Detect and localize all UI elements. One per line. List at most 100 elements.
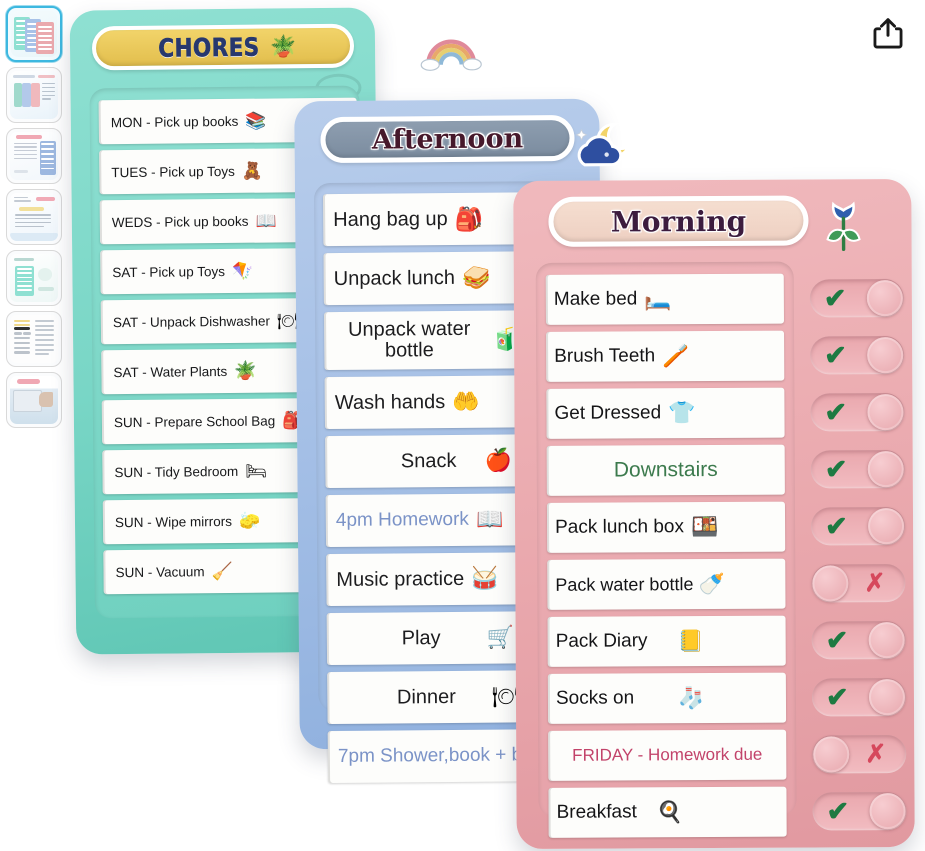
toggle-knob[interactable] [867,337,904,374]
bag-on-chair-icon: 🎒 [454,205,484,232]
open-book-icon: 📖 [255,210,277,231]
morning-label: Pack water bottle [555,573,694,595]
afternoon-label: Unpack water bottle [347,317,471,362]
morning-title: Morning [610,204,747,239]
thumbnail-item-3[interactable] [6,128,62,184]
drums-icon: 🥁 [471,565,499,591]
morning-toggle[interactable]: ✔ [810,393,905,432]
watering-plant-icon: 🪴 [269,34,297,59]
chore-label: MON - Pick up books [110,113,239,130]
afternoon-title-pill: Afternoon [320,114,575,164]
homework-book-icon: 📖 [475,506,504,532]
thumbnail-item-7[interactable] [6,372,62,428]
morning-toggle[interactable]: ✗ [811,563,906,603]
bed-icon: 🛏️ [644,286,672,312]
toggle-knob[interactable] [867,451,904,488]
clothes-icon: 👕 [668,400,696,426]
thumbnail-art [11,11,57,57]
thumbnail-item-5[interactable] [6,250,62,306]
morning-toggle[interactable]: ✔ [810,336,905,375]
thumbnail-item-4[interactable] [6,189,62,245]
morning-row[interactable]: Pack lunch box 🍱 [546,501,786,553]
chore-label: SAT - Unpack Dishwasher [112,313,271,330]
toggle-knob[interactable] [868,679,906,716]
chore-label: TUES - Pick up Toys [111,163,235,180]
morning-toggle[interactable]: ✔ [809,279,904,318]
toys-icon: 🧸 [241,161,264,181]
morning-toggle[interactable]: ✔ [812,791,907,831]
morning-toggle[interactable]: ✗ [812,734,907,774]
product-image-viewer: CHORES 🪴 MON - Pick up books 📚 TUES - Pi… [0,0,925,851]
water-bottle-icon: 🍼 [698,572,725,596]
plant-icon: 🪴 [234,360,257,381]
thumbnail-item-6[interactable] [6,311,62,367]
thumbnail-art [10,254,58,302]
afternoon-label: 7pm Shower,book + bed [337,744,544,767]
chores-title: CHORES [158,32,260,63]
morning-board: Morning Make bed 🛏️ Brush Teeth 🪥 Get Dr… [513,178,915,850]
thumbnail-item-1[interactable] [6,6,62,62]
morning-row[interactable]: Downstairs [546,444,785,496]
thumbnail-art [10,71,58,119]
morning-row[interactable]: Breakfast 🍳 [548,786,787,838]
check-mark-icon: ✔ [825,682,849,713]
thumbnail-art [10,315,58,363]
sock-icon: 🧦 [678,686,705,710]
morning-label: Make bed [553,288,638,310]
morning-label: Pack lunch box [555,516,684,538]
chore-label: SAT - Water Plants [113,363,228,380]
toggle-knob[interactable] [867,508,905,545]
morning-toggle[interactable]: ✔ [810,507,906,546]
morning-label: Brush Teeth [554,345,656,367]
morning-label: Get Dressed [554,402,662,424]
thumbnail-art [10,132,58,180]
toggle-knob[interactable] [868,622,905,659]
toggle-knob[interactable] [813,736,850,773]
check-mark-icon: ✔ [826,796,850,827]
toy-cart-icon: 🛒 [486,624,515,650]
chore-label: SUN - Tidy Bedroom [114,463,239,480]
toggle-knob[interactable] [866,280,903,317]
morning-toggle[interactable]: ✔ [810,450,905,489]
afternoon-label: Snack [400,449,457,472]
morning-label: FRIDAY - Homework due [572,744,763,765]
morning-row[interactable]: FRIDAY - Homework due [548,729,787,781]
afternoon-label: Wash hands [334,390,446,414]
morning-row[interactable]: Brush Teeth 🪥 [546,330,785,382]
morning-row[interactable]: Pack Diary 📒 [547,615,786,667]
afternoon-label: Play [401,626,441,649]
morning-label: Downstairs [613,457,718,482]
morning-row[interactable]: Pack water bottle 🍼 [547,558,786,610]
thumbnail-rail[interactable] [6,6,68,436]
morning-toggle[interactable]: ✔ [811,620,906,660]
cross-mark-icon: ✗ [864,569,886,598]
thumbnail-art [10,376,58,424]
afternoon-label: Dinner [396,685,456,708]
check-mark-icon: ✔ [824,340,847,371]
chore-label: SUN - Wipe mirrors [114,513,233,530]
toys-icon: 🪁 [231,261,254,281]
toggle-knob[interactable] [812,565,849,602]
morning-label: Socks on [555,687,635,709]
chore-label: SAT - Pick up Toys [112,263,225,280]
share-icon[interactable] [873,18,903,50]
toggle-knob[interactable] [869,793,906,830]
toast-egg-icon: 🍳 [656,800,684,824]
check-mark-icon: ✔ [824,397,848,428]
afternoon-label: 4pm Homework [335,508,469,531]
chore-label: WEDS - Pick up books [111,213,249,230]
books-icon: 📚 [245,111,267,131]
toggle-knob[interactable] [867,394,904,431]
morning-label: Breakfast [556,801,637,823]
morning-title-pill: Morning [548,195,809,247]
morning-toggle[interactable]: ✔ [811,677,907,717]
check-mark-icon: ✔ [825,625,849,656]
thumbnail-art [10,193,58,241]
check-mark-icon: ✔ [823,283,847,314]
morning-row[interactable]: Make bed 🛏️ [545,273,785,325]
thumbnail-item-2[interactable] [6,67,62,123]
morning-row[interactable]: Socks on 🧦 [547,672,787,724]
morning-row[interactable]: Get Dressed 👕 [546,387,785,439]
lunchbox-icon: 🍱 [690,513,719,540]
check-mark-icon: ✔ [824,511,848,542]
